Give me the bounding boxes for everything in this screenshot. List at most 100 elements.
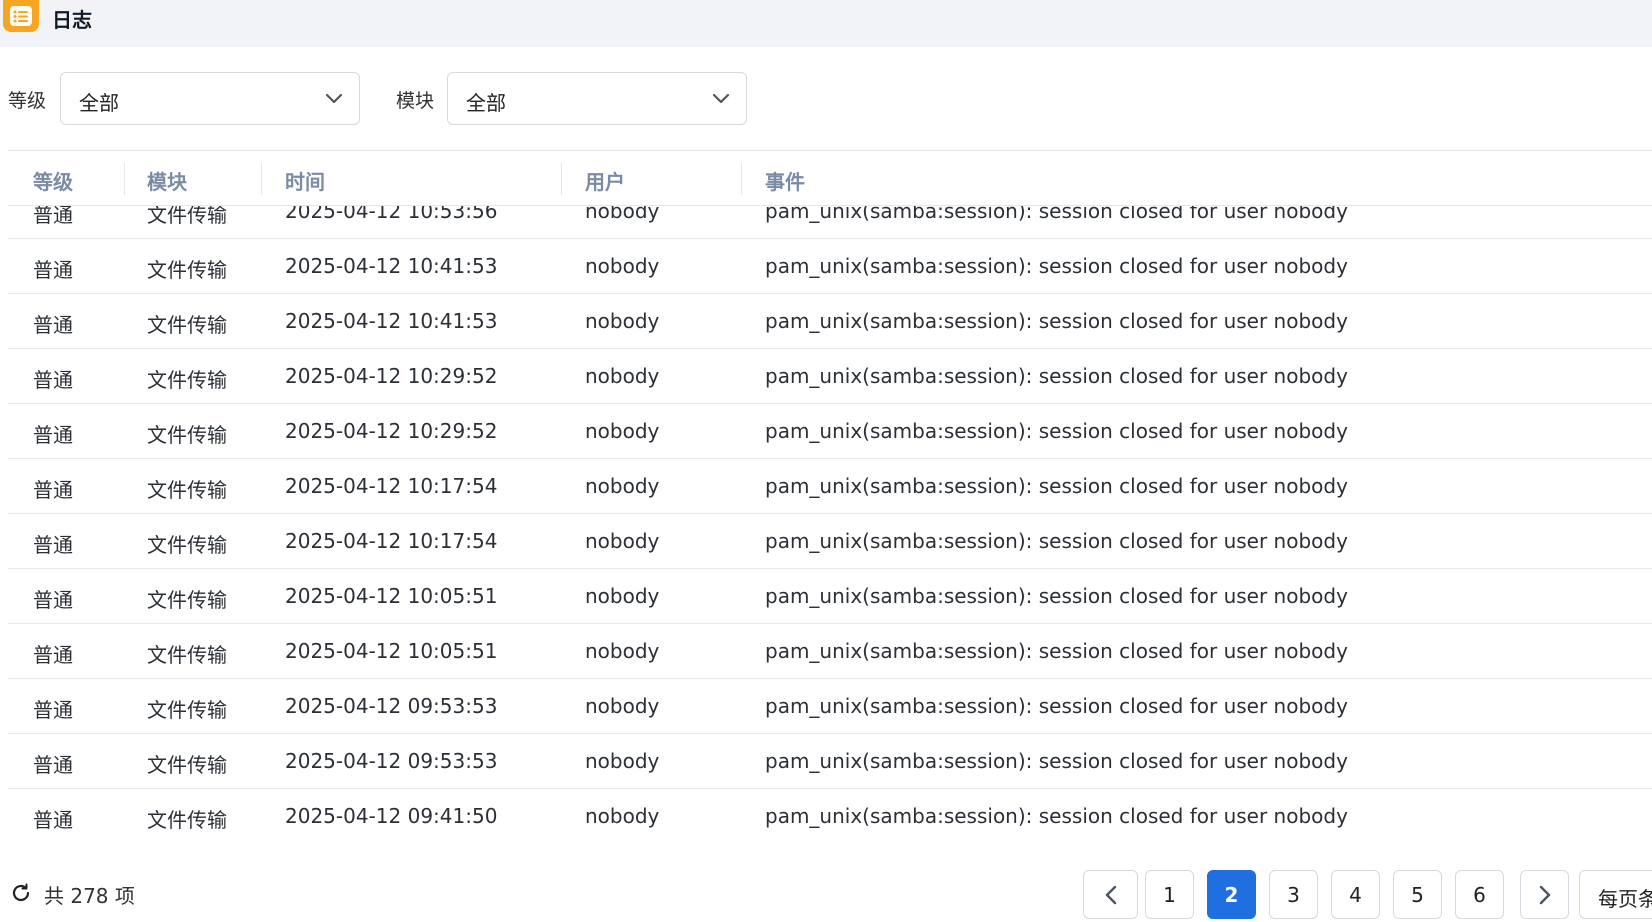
cell-user: nobody xyxy=(585,419,660,443)
cell-time: 2025-04-12 10:29:52 xyxy=(285,364,498,388)
table-row[interactable]: 普通 文件传输 2025-04-12 10:05:51 nobody pam_unix(… xyxy=(8,624,1652,679)
cell-time: 2025-04-12 10:05:51 xyxy=(285,584,498,608)
cell-time: 2025-04-12 10:05:51 xyxy=(285,639,498,663)
cell-time: 2025-04-12 10:53:56 xyxy=(285,206,498,223)
column-header-module[interactable]: 模块 xyxy=(147,166,187,195)
cell-time: 2025-04-12 09:41:50 xyxy=(285,804,498,828)
next-page-button[interactable] xyxy=(1520,870,1569,919)
column-header-user[interactable]: 用户 xyxy=(585,166,625,195)
cell-user: nobody xyxy=(585,474,660,498)
cell-event: pam_unix(samba:session): session closed … xyxy=(765,419,1348,443)
column-header-time[interactable]: 时间 xyxy=(285,166,325,195)
cell-module: 文件传输 xyxy=(147,478,227,502)
page-button-6[interactable]: 6 xyxy=(1455,870,1504,919)
cell-module: 文件传输 xyxy=(147,643,227,667)
cell-event: pam_unix(samba:session): session closed … xyxy=(765,206,1348,223)
cell-time: 2025-04-12 09:53:53 xyxy=(285,694,498,718)
cell-level: 普通 xyxy=(33,698,73,722)
cell-level: 普通 xyxy=(33,643,73,667)
chevron-down-icon xyxy=(712,93,730,104)
cell-module: 文件传输 xyxy=(147,368,227,392)
per-page-select[interactable]: 每页条 xyxy=(1579,870,1652,919)
cell-time: 2025-04-12 10:17:54 xyxy=(285,529,498,553)
cell-user: nobody xyxy=(585,749,660,773)
cell-user: nobody xyxy=(585,206,660,223)
page-button-5[interactable]: 5 xyxy=(1393,870,1442,919)
table-row[interactable]: 普通 文件传输 2025-04-12 10:41:53 nobody pam_unix(… xyxy=(8,294,1652,349)
cell-level: 普通 xyxy=(33,206,73,227)
table-header: 等级 模块 时间 用户 事件 xyxy=(8,150,1652,206)
table-body[interactable]: 普通 文件传输 2025-04-12 10:53:56 nobody pam_unix(… xyxy=(8,206,1652,833)
table-row[interactable]: 普通 文件传输 2025-04-12 10:29:52 nobody pam_unix(… xyxy=(8,404,1652,459)
cell-user: nobody xyxy=(585,694,660,718)
cell-level: 普通 xyxy=(33,533,73,557)
total-count: 共 278 项 xyxy=(44,884,135,908)
table-row[interactable]: 普通 文件传输 2025-04-12 10:41:53 nobody pam_unix(… xyxy=(8,239,1652,294)
table-row[interactable]: 普通 文件传输 2025-04-12 09:41:50 nobody pam_unix(… xyxy=(8,789,1652,833)
cell-module: 文件传输 xyxy=(147,698,227,722)
window-title: 日志 xyxy=(52,8,92,32)
level-select-value: 全部 xyxy=(79,91,119,115)
level-filter-label: 等级 xyxy=(8,90,47,112)
prev-page-button[interactable] xyxy=(1083,870,1138,919)
cell-level: 普通 xyxy=(33,753,73,777)
list-icon xyxy=(3,0,39,32)
module-select[interactable]: 全部 xyxy=(447,72,747,125)
cell-module: 文件传输 xyxy=(147,313,227,337)
cell-module: 文件传输 xyxy=(147,258,227,282)
cell-level: 普通 xyxy=(33,368,73,392)
cell-user: nobody xyxy=(585,639,660,663)
cell-time: 2025-04-12 10:17:54 xyxy=(285,474,498,498)
cell-event: pam_unix(samba:session): session closed … xyxy=(765,474,1348,498)
level-select[interactable]: 全部 xyxy=(60,72,360,125)
cell-user: nobody xyxy=(585,529,660,553)
cell-time: 2025-04-12 10:41:53 xyxy=(285,309,498,333)
page-button-2[interactable]: 2 xyxy=(1207,870,1256,919)
module-select-value: 全部 xyxy=(466,91,506,115)
cell-module: 文件传输 xyxy=(147,533,227,557)
chevron-right-icon xyxy=(1539,885,1550,904)
table-row[interactable]: 普通 文件传输 2025-04-12 09:53:53 nobody pam_unix(… xyxy=(8,734,1652,789)
cell-time: 2025-04-12 10:41:53 xyxy=(285,254,498,278)
chevron-left-icon xyxy=(1105,885,1116,904)
cell-event: pam_unix(samba:session): session closed … xyxy=(765,694,1348,718)
cell-module: 文件传输 xyxy=(147,423,227,447)
title-bar: 日志 xyxy=(0,0,1652,47)
cell-level: 普通 xyxy=(33,808,73,832)
cell-module: 文件传输 xyxy=(147,206,227,227)
table-row[interactable]: 普通 文件传输 2025-04-12 10:05:51 nobody pam_unix(… xyxy=(8,569,1652,624)
cell-level: 普通 xyxy=(33,313,73,337)
cell-event: pam_unix(samba:session): session closed … xyxy=(765,749,1348,773)
table-row[interactable]: 普通 文件传输 2025-04-12 10:17:54 nobody pam_unix(… xyxy=(8,459,1652,514)
cell-event: pam_unix(samba:session): session closed … xyxy=(765,254,1348,278)
cell-event: pam_unix(samba:session): session closed … xyxy=(765,584,1348,608)
cell-time: 2025-04-12 09:53:53 xyxy=(285,749,498,773)
cell-event: pam_unix(samba:session): session closed … xyxy=(765,309,1348,333)
column-header-level[interactable]: 等级 xyxy=(33,166,73,195)
cell-level: 普通 xyxy=(33,478,73,502)
cell-user: nobody xyxy=(585,804,660,828)
cell-event: pam_unix(samba:session): session closed … xyxy=(765,529,1348,553)
chevron-down-icon xyxy=(325,93,343,104)
cell-user: nobody xyxy=(585,364,660,388)
table-row[interactable]: 普通 文件传输 2025-04-12 09:53:53 nobody pam_unix(… xyxy=(8,679,1652,734)
cell-user: nobody xyxy=(585,254,660,278)
cell-user: nobody xyxy=(585,584,660,608)
column-header-event[interactable]: 事件 xyxy=(765,166,805,195)
page-button-3[interactable]: 3 xyxy=(1269,870,1318,919)
cell-module: 文件传输 xyxy=(147,753,227,777)
cell-time: 2025-04-12 10:29:52 xyxy=(285,419,498,443)
cell-event: pam_unix(samba:session): session closed … xyxy=(765,639,1348,663)
cell-user: nobody xyxy=(585,309,660,333)
refresh-icon[interactable] xyxy=(10,882,32,904)
page-button-4[interactable]: 4 xyxy=(1331,870,1380,919)
cell-level: 普通 xyxy=(33,423,73,447)
table-row[interactable]: 普通 文件传输 2025-04-12 10:29:52 nobody pam_unix(… xyxy=(8,349,1652,404)
table-row[interactable]: 普通 文件传输 2025-04-12 10:53:56 nobody pam_unix(… xyxy=(8,206,1652,239)
table-row[interactable]: 普通 文件传输 2025-04-12 10:17:54 nobody pam_unix(… xyxy=(8,514,1652,569)
cell-level: 普通 xyxy=(33,588,73,612)
cell-level: 普通 xyxy=(33,258,73,282)
cell-module: 文件传输 xyxy=(147,588,227,612)
cell-event: pam_unix(samba:session): session closed … xyxy=(765,804,1348,828)
page-button-1[interactable]: 1 xyxy=(1145,870,1194,919)
